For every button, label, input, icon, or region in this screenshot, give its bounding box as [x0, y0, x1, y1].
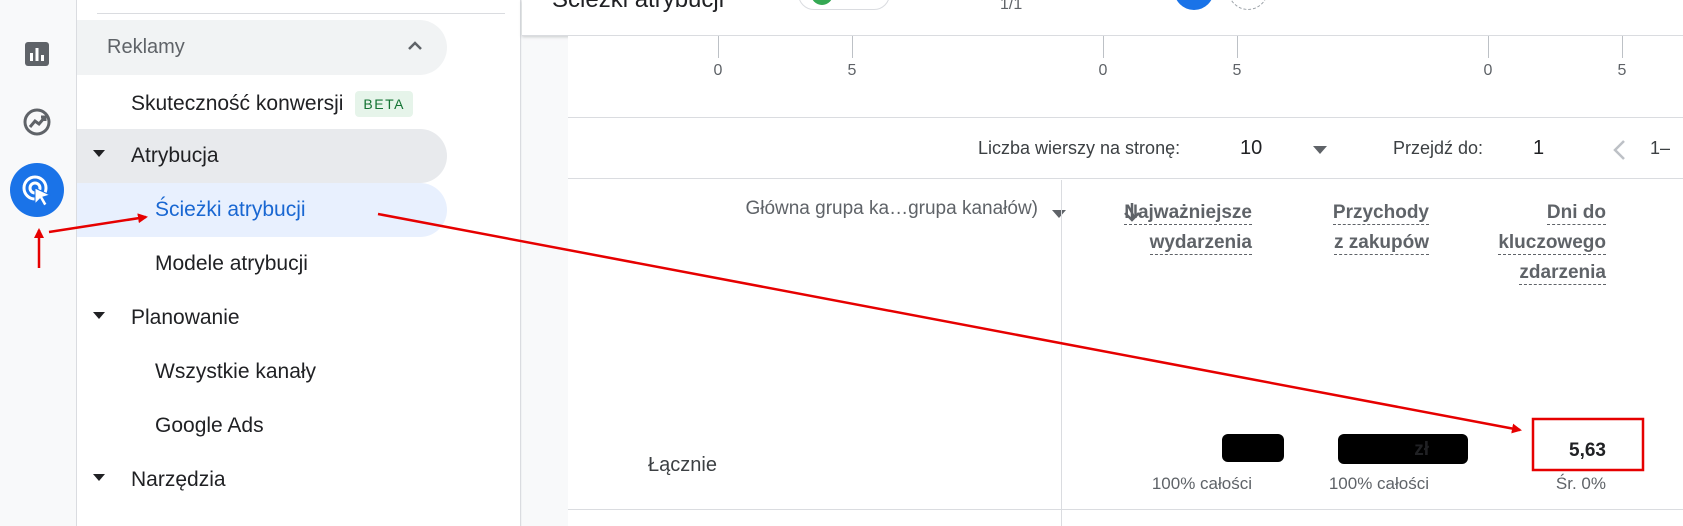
nav-item-atrybucja[interactable]: Atrybucja: [77, 129, 447, 183]
beta-badge: BETA: [355, 91, 413, 117]
nav-panel: Reklamy Skuteczność konwersji BETA Atryb…: [76, 0, 521, 526]
advertising-button[interactable]: [10, 163, 64, 217]
explore-button[interactable]: [10, 95, 64, 149]
axis-tick: [1237, 36, 1238, 58]
goto-page-input[interactable]: 1: [1533, 137, 1544, 160]
axis-tick-label: 5: [847, 62, 857, 79]
status-dot-icon: [811, 0, 833, 5]
nav-item-modele-atrybucji[interactable]: Modele atrybucji: [77, 237, 447, 291]
nav-item-planowanie[interactable]: Planowanie: [77, 291, 447, 345]
nav-item-label: Ścieżki atrybucji: [155, 198, 306, 221]
report-header: Ścieżki atrybucji 1/1: [522, 0, 1683, 36]
nav-item-narzedzia[interactable]: Narzędzia: [77, 453, 447, 507]
chevron-up-icon: [408, 41, 422, 50]
column-divider: [1061, 180, 1062, 526]
days-average: Śr. 0%: [1555, 474, 1606, 493]
table-header: Główna grupa ka…grupa kanałów) Najważnie…: [568, 180, 1683, 510]
column-header-revenue[interactable]: Przychody z zakupów: [1332, 198, 1429, 258]
column-header-line: Najważniejsze: [1124, 202, 1252, 225]
axis-tick-label: 5: [1232, 62, 1242, 79]
nav-item-label: Google Ads: [155, 414, 264, 437]
rows-per-page-select[interactable]: 10: [1240, 137, 1262, 160]
days-to-event-value: 5,63: [1569, 440, 1606, 461]
caret-down-icon[interactable]: [1313, 146, 1327, 154]
axis-tick: [1103, 36, 1104, 58]
column-header-days[interactable]: Dni do kluczowego zdarzenia: [1498, 198, 1606, 288]
comparison-chip[interactable]: [798, 0, 890, 10]
add-comparison-button[interactable]: [1228, 0, 1268, 10]
pagination-bar: Liczba wierszy na stronę: 10 Przejdź do:…: [568, 119, 1683, 179]
revenue-currency: zł: [1414, 439, 1429, 460]
nav-item-skutecznosc[interactable]: Skuteczność konwersji BETA: [77, 77, 447, 131]
axis-tick: [718, 36, 719, 58]
nav-item-label: Planowanie: [131, 306, 240, 329]
report-table-card: 0 5 0 5 0 5 Liczba wierszy na stronę: 10…: [568, 36, 1683, 526]
reports-button[interactable]: [10, 27, 64, 81]
ads-cursor-icon: [22, 175, 52, 207]
events-share: 100% całości: [1151, 474, 1252, 493]
chevron-left-icon[interactable]: [1612, 138, 1628, 162]
nav-item-label: Atrybucja: [131, 144, 219, 167]
nav-item-wszystkie-kanaly[interactable]: Wszystkie kanały: [77, 345, 447, 399]
nav-item-label: Skuteczność konwersji: [131, 92, 344, 115]
axis-tick-label: 5: [1617, 62, 1627, 79]
nav-item-label: Wszystkie kanały: [155, 360, 317, 383]
caret-down-icon: [93, 474, 105, 481]
rows-per-page-label: Liczba wierszy na stronę:: [978, 138, 1181, 158]
total-row-label: Łącznie: [648, 454, 717, 476]
column-header-line: Dni do: [1546, 202, 1606, 225]
page-fraction: 1/1: [1000, 0, 1023, 13]
redacted-value: [1222, 434, 1284, 462]
row-divider: [568, 509, 1683, 510]
axis-tick: [852, 36, 853, 58]
nav-section-reklamy[interactable]: Reklamy: [77, 20, 447, 75]
caret-down-icon[interactable]: [1052, 210, 1066, 218]
redacted-value: [1338, 434, 1468, 464]
page-range: 1–: [1650, 138, 1671, 158]
revenue-share: 100% całości: [1328, 474, 1429, 493]
avatar[interactable]: [1174, 0, 1214, 10]
icon-rail: [0, 0, 76, 526]
page-title: Ścieżki atrybucji: [552, 0, 724, 14]
axis-tick: [1488, 36, 1489, 58]
nav-item-sciezki-atrybucji[interactable]: Ścieżki atrybucji: [77, 183, 447, 237]
nav-section-label: Reklamy: [107, 36, 185, 58]
bar-chart-icon: [25, 42, 49, 66]
grid-icon[interactable]: [26, 0, 48, 2]
caret-down-icon: [93, 312, 105, 319]
goto-label: Przejdź do:: [1393, 138, 1484, 158]
column-header-line: z zakupów: [1333, 232, 1429, 255]
mini-chart-axis: 0 5 0 5 0 5: [568, 36, 1683, 118]
divider: [97, 13, 505, 14]
nav-item-label: Modele atrybucji: [155, 252, 308, 275]
column-header-line: kluczowego: [1498, 232, 1606, 255]
main-area: Ścieżki atrybucji 1/1 0 5 0 5 0 5: [522, 0, 1683, 526]
axis-tick: [1622, 36, 1623, 58]
axis-tick-label: 0: [1098, 62, 1108, 79]
caret-down-icon: [93, 150, 105, 157]
axis-tick-label: 0: [1483, 62, 1493, 79]
insights-icon: [23, 108, 51, 136]
nav-item-google-ads[interactable]: Google Ads: [77, 399, 447, 453]
axis-tick-label: 0: [713, 62, 723, 79]
column-header-line: zdarzenia: [1519, 262, 1606, 285]
dimension-header[interactable]: Główna grupa ka…grupa kanałów): [745, 198, 1038, 220]
column-header-line: wydarzenia: [1149, 232, 1252, 255]
column-header-events[interactable]: Najważniejsze wydarzenia: [1124, 198, 1252, 258]
app-page: Reklamy Skuteczność konwersji BETA Atryb…: [0, 0, 1683, 526]
column-header-line: Przychody: [1332, 202, 1429, 225]
nav-item-label: Narzędzia: [131, 468, 226, 491]
